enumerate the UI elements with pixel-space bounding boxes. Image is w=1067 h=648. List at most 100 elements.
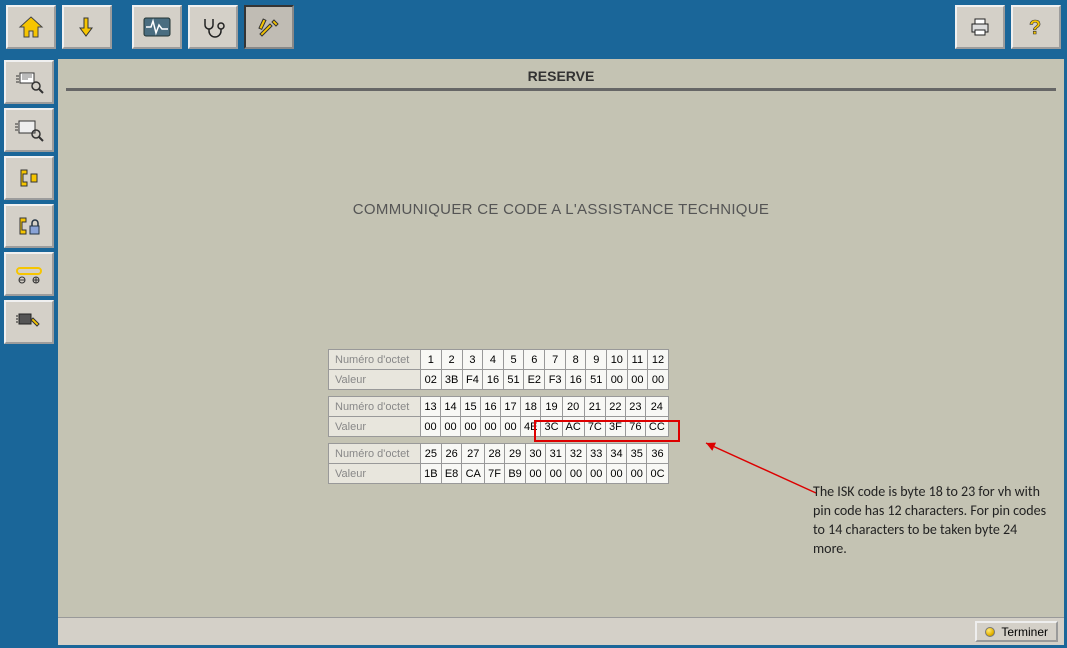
byte-val-cell: 0C [647,464,668,484]
byte-val-cell: 02 [421,370,442,390]
byte-val-cell: 7C [584,417,605,437]
status-led-icon [985,627,995,637]
print-button[interactable] [955,5,1005,49]
byte-val-cell: 16 [565,370,586,390]
byte-table-1: Numéro d'octet123456789101112Valeur023BF… [328,349,669,390]
byte-val-cell: 76 [625,417,645,437]
bracket-lock-button[interactable] [4,204,54,248]
chip-edit-button[interactable] [4,300,54,344]
byte-num-cell: 14 [441,397,461,417]
byte-num-cell: 36 [647,444,668,464]
byte-num-cell: 8 [565,350,586,370]
byte-num-cell: 6 [524,350,545,370]
app-window: ? RESERVE [0,0,1067,648]
page-title: RESERVE [66,63,1056,91]
byte-num-cell: 31 [546,444,566,464]
byte-val-cell: 00 [501,417,521,437]
byte-num-cell: 15 [461,397,481,417]
back-button[interactable] [62,5,112,49]
byte-num-cell: 3 [462,350,483,370]
byte-num-cell: 23 [625,397,645,417]
byte-num-cell: 18 [521,397,541,417]
byte-val-cell: 00 [607,370,628,390]
byte-tables: Numéro d'octet123456789101112Valeur023BF… [328,349,669,484]
byte-num-cell: 13 [421,397,441,417]
help-button[interactable]: ? [1011,5,1061,49]
row-header-num: Numéro d'octet [329,350,421,370]
byte-val-cell: 00 [586,464,606,484]
byte-val-cell: 00 [441,417,461,437]
byte-num-cell: 12 [648,350,669,370]
byte-val-cell: E2 [524,370,545,390]
content-subtitle: COMMUNIQUER CE CODE A L'ASSISTANCE TECHN… [68,201,1054,218]
byte-val-cell: 00 [461,417,481,437]
byte-val-cell: 3C [541,417,562,437]
byte-num-cell: 29 [505,444,526,464]
byte-val-cell: 00 [648,370,669,390]
byte-num-cell: 10 [607,350,628,370]
byte-num-cell: 1 [421,350,442,370]
byte-num-cell: 25 [421,444,442,464]
finish-button[interactable]: Terminer [975,621,1058,642]
byte-val-cell: 4E [521,417,541,437]
home-button[interactable] [6,5,56,49]
byte-num-cell: 11 [627,350,648,370]
byte-val-cell: 00 [525,464,545,484]
byte-val-cell: 00 [546,464,566,484]
byte-val-cell: 51 [503,370,524,390]
annotation-text: The ISK code is byte 18 to 23 for vh wit… [813,483,1053,559]
byte-val-cell: 00 [627,370,648,390]
byte-num-cell: 32 [566,444,586,464]
byte-val-cell: E8 [441,464,462,484]
left-sidebar [0,56,58,648]
byte-num-cell: 4 [483,350,504,370]
row-header-num: Numéro d'octet [329,444,421,464]
top-toolbar: ? [0,0,1067,56]
byte-val-cell: 16 [483,370,504,390]
byte-val-cell: 00 [627,464,647,484]
byte-num-cell: 9 [586,350,607,370]
content-frame: RESERVE COMMUNIQUER CE CODE A L'ASSISTAN… [58,56,1067,648]
byte-val-cell: CA [462,464,485,484]
byte-num-cell: 35 [627,444,647,464]
byte-num-cell: 27 [462,444,485,464]
row-header-val: Valeur [329,464,421,484]
row-header-val: Valeur [329,370,421,390]
bracket-right-button[interactable] [4,156,54,200]
byte-val-cell: B9 [505,464,526,484]
tools-button[interactable] [244,5,294,49]
byte-num-cell: 17 [501,397,521,417]
row-header-num: Numéro d'octet [329,397,421,417]
byte-val-cell: 7F [484,464,504,484]
byte-val-cell: F4 [462,370,483,390]
connector-button[interactable] [4,252,54,296]
byte-val-cell: 3B [441,370,462,390]
diagnostics-button[interactable] [132,5,182,49]
byte-num-cell: 28 [484,444,504,464]
byte-val-cell: 00 [606,464,626,484]
byte-num-cell: 16 [481,397,501,417]
byte-table-3: Numéro d'octet252627282930313233343536Va… [328,443,669,484]
byte-val-cell: 1B [421,464,442,484]
byte-num-cell: 20 [562,397,584,417]
stethoscope-button[interactable] [188,5,238,49]
finish-button-label: Terminer [1001,625,1048,639]
footer-bar: Terminer [58,617,1064,645]
byte-num-cell: 2 [441,350,462,370]
byte-val-cell: AC [562,417,584,437]
row-header-val: Valeur [329,417,421,437]
chip-search-button[interactable] [4,108,54,152]
byte-val-cell: 3F [605,417,625,437]
byte-val-cell: 00 [566,464,586,484]
byte-num-cell: 30 [525,444,545,464]
byte-num-cell: 5 [503,350,524,370]
chip-inspect-button[interactable] [4,60,54,104]
byte-num-cell: 24 [645,397,668,417]
byte-val-cell: 00 [421,417,441,437]
byte-table-2: Numéro d'octet131415161718192021222324Va… [328,396,669,437]
svg-text:?: ? [1029,17,1041,39]
byte-num-cell: 33 [586,444,606,464]
byte-num-cell: 34 [606,444,626,464]
byte-num-cell: 7 [545,350,566,370]
byte-num-cell: 22 [605,397,625,417]
